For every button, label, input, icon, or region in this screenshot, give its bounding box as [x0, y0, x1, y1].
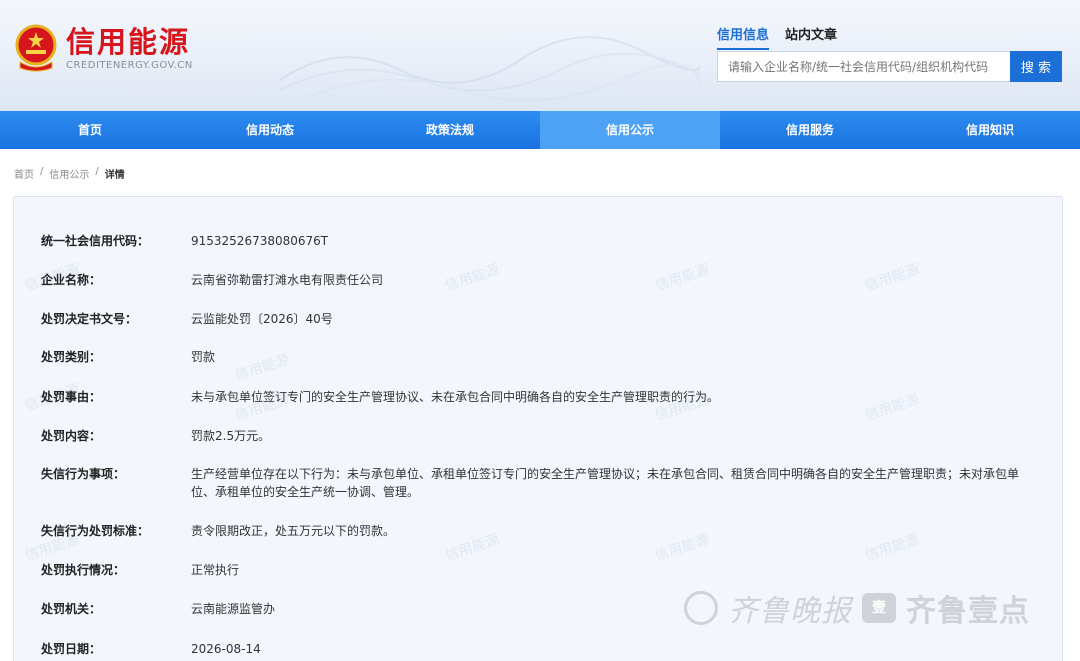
detail-label: 处罚决定书文号：	[41, 312, 138, 326]
detail-label: 处罚类别：	[41, 350, 102, 364]
breadcrumb-section[interactable]: 信用公示	[49, 166, 89, 181]
national-emblem-icon	[14, 24, 58, 72]
detail-value: 91532526738080676T	[191, 234, 329, 248]
brand-watermark: 齐鲁晚报 壹 齐鲁壹点	[684, 586, 1030, 630]
logo-subtitle: CREDITENERGY.GOV.CN	[66, 59, 193, 71]
breadcrumb: 首页 / 信用公示 / 详情	[14, 166, 125, 181]
nav-item-policy[interactable]: 政策法规	[360, 111, 540, 149]
detail-row: 失信行为处罚标准： 责令限期改正，处五万元以下的罚款。	[41, 522, 1031, 540]
detail-row: 失信行为事项： 生产经营单位存在以下行为：未与承包单位、承租单位签订专门的安全生…	[41, 465, 1031, 501]
breadcrumb-separator: /	[40, 166, 44, 177]
detail-label: 失信行为处罚标准：	[41, 524, 150, 538]
detail-value: 罚款2.5万元。	[191, 429, 271, 443]
detail-row: 处罚决定书文号： 云监能处罚〔2026〕40号	[41, 310, 1031, 328]
main-nav: 首页 信用动态 政策法规 信用公示 信用服务 信用知识	[0, 111, 1080, 149]
detail-label: 失信行为事项：	[41, 467, 126, 481]
brand-watermark-left: 齐鲁晚报	[728, 594, 852, 629]
site-logo[interactable]: 信用能源 CREDITENERGY.GOV.CN	[14, 24, 193, 72]
brand-watermark-right: 齐鲁壹点	[906, 594, 1030, 629]
detail-label: 处罚执行情况：	[41, 563, 126, 577]
detail-row: 统一社会信用代码： 91532526738080676T	[41, 232, 1031, 250]
breadcrumb-home[interactable]: 首页	[14, 166, 34, 181]
search-input[interactable]	[717, 51, 1010, 82]
detail-label: 处罚日期：	[41, 642, 102, 656]
detail-label: 企业名称：	[41, 273, 102, 287]
detail-label: 处罚机关：	[41, 602, 102, 616]
site-header: 信用能源 CREDITENERGY.GOV.CN 信用信息 站内文章 搜 索	[0, 0, 1080, 111]
nav-item-credit-news[interactable]: 信用动态	[180, 111, 360, 149]
detail-value: 云南省弥勒雷打滩水电有限责任公司	[191, 273, 384, 287]
search-tabs: 信用信息 站内文章	[717, 24, 837, 50]
search-button[interactable]: 搜 索	[1010, 51, 1062, 82]
detail-row: 处罚事由： 未与承包单位签订专门的安全生产管理协议、未在承包合同中明确各自的安全…	[41, 388, 1031, 406]
tab-site-articles[interactable]: 站内文章	[785, 24, 837, 50]
detail-row: 处罚内容： 罚款2.5万元。	[41, 427, 1031, 445]
header-decoration	[280, 36, 700, 102]
brand-circle-icon	[684, 591, 718, 625]
detail-value: 未与承包单位签订专门的安全生产管理协议、未在承包合同中明确各自的安全生产管理职责…	[191, 390, 720, 404]
detail-label: 处罚事由：	[41, 390, 102, 404]
breadcrumb-current: 详情	[104, 170, 125, 181]
nav-item-credit-service[interactable]: 信用服务	[720, 111, 900, 149]
detail-label: 处罚内容：	[41, 429, 102, 443]
detail-row: 企业名称： 云南省弥勒雷打滩水电有限责任公司	[41, 271, 1031, 289]
tab-credit-info[interactable]: 信用信息	[717, 24, 770, 50]
detail-row: 处罚类别： 罚款	[41, 348, 1031, 366]
nav-item-home[interactable]: 首页	[0, 111, 180, 149]
nav-item-credit-public[interactable]: 信用公示	[540, 111, 720, 149]
detail-row: 处罚日期： 2026-08-14	[41, 640, 1031, 658]
search-box: 搜 索	[717, 51, 1062, 82]
detail-value: 生产经营单位存在以下行为：未与承包单位、承租单位签订专门的安全生产管理协议；未在…	[191, 467, 1020, 499]
detail-value: 正常执行	[191, 563, 240, 577]
brand-seal-icon: 壹	[862, 593, 896, 623]
breadcrumb-separator: /	[95, 166, 99, 177]
detail-value: 云监能处罚〔2026〕40号	[191, 312, 333, 326]
detail-value: 责令限期改正，处五万元以下的罚款。	[191, 524, 396, 538]
detail-value: 罚款	[191, 350, 216, 364]
detail-row: 处罚执行情况： 正常执行	[41, 561, 1031, 579]
detail-value: 2026-08-14	[191, 642, 261, 656]
logo-title: 信用能源	[66, 24, 191, 59]
nav-item-credit-knowledge[interactable]: 信用知识	[900, 111, 1080, 149]
detail-label: 统一社会信用代码：	[41, 234, 150, 248]
